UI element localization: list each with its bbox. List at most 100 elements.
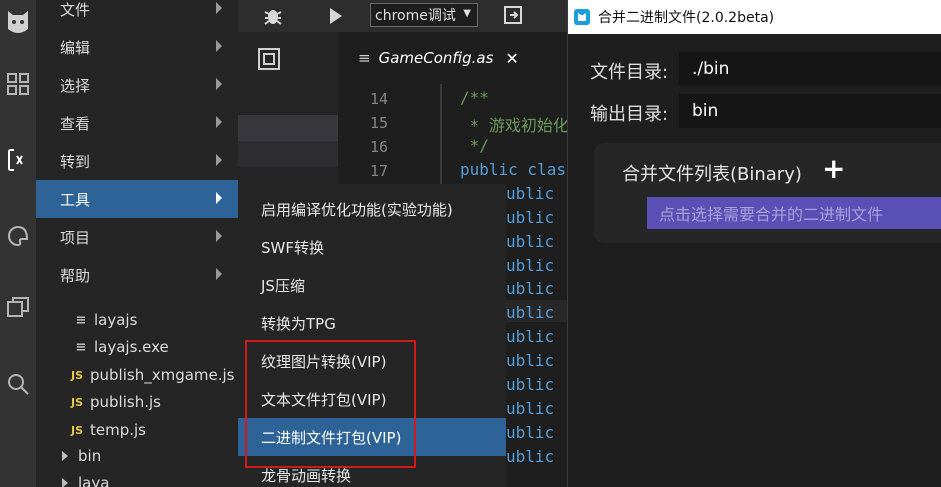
- code-fragment: ublic: [506, 423, 555, 442]
- chevron-right-icon: [216, 230, 222, 242]
- merge-list-panel: 合并文件列表(Binary) + 点击选择需要合并的二进制文件: [594, 143, 941, 243]
- js-file-icon: JS: [70, 423, 83, 437]
- close-icon[interactable]: ✕: [505, 49, 518, 68]
- bug-icon[interactable]: [264, 6, 282, 30]
- tree-folder[interactable]: bin: [62, 443, 101, 469]
- tree-item[interactable]: JS temp.js: [68, 417, 146, 443]
- vip-highlight-box: [245, 340, 416, 468]
- chevron-right-icon: [216, 116, 222, 128]
- tree-item[interactable]: ≡ layajs.exe: [72, 334, 169, 360]
- submenu-item-swf-convert[interactable]: SWF转换: [238, 228, 506, 266]
- tree-item-label: layajs: [94, 311, 138, 329]
- main-menu: 文件 编辑 选择 查看 转到 工具 项目 帮助: [36, 0, 238, 300]
- file-lines-icon: ≡: [75, 339, 87, 355]
- add-file-button[interactable]: +: [822, 155, 845, 183]
- explorer-row[interactable]: [238, 141, 338, 167]
- dialog-titlebar[interactable]: 合并二进制文件(2.0.2beta): [568, 0, 941, 34]
- line-number: 14: [369, 90, 388, 108]
- explorer-row-highlight[interactable]: [238, 115, 338, 141]
- line-number: 15: [369, 114, 388, 132]
- file-lines-icon: ≡: [75, 312, 87, 328]
- menu-item-edit[interactable]: 编辑: [36, 28, 238, 66]
- chevron-right-icon: [216, 192, 222, 204]
- palette-icon[interactable]: [0, 216, 36, 256]
- debug-target-select[interactable]: chrome调试 ▼: [370, 3, 478, 27]
- line-number: 16: [369, 138, 388, 156]
- submenu-item-label: 启用编译优化功能(实验功能): [261, 200, 453, 219]
- tree-item[interactable]: JS publish_xmgame.js: [68, 362, 235, 388]
- file-lines-icon: ≡: [358, 49, 371, 67]
- js-file-icon: JS: [70, 395, 83, 409]
- tree-item-label: temp.js: [90, 421, 146, 439]
- window-icon[interactable]: [0, 288, 36, 328]
- submenu-item-compile-optimize[interactable]: 启用编译优化功能(实验功能): [238, 190, 506, 228]
- submenu-item-js-compress[interactable]: JS压缩: [238, 266, 506, 304]
- chevron-right-icon: [216, 154, 222, 166]
- tab-gameconfig[interactable]: ≡ GameConfig.as ✕: [338, 32, 568, 84]
- code-view-icon[interactable]: [0, 140, 36, 180]
- dir-row: 文件目录: ./bin: [568, 52, 941, 90]
- menu-item-help[interactable]: 帮助: [36, 256, 238, 294]
- chevron-right-icon: [216, 78, 222, 90]
- explorer-icon[interactable]: [0, 64, 36, 104]
- chevron-right-icon: [62, 478, 68, 487]
- code-fragment: ublic: [506, 256, 555, 275]
- editor-toolbar: chrome调试 ▼: [238, 0, 568, 32]
- tree-item[interactable]: JS publish.js: [68, 389, 161, 415]
- code-fragment: ublic: [506, 279, 555, 298]
- merge-list-title: 合并文件列表(Binary): [622, 164, 802, 185]
- menu-item-label: 工具: [60, 190, 91, 209]
- menu-item-goto[interactable]: 转到: [36, 142, 238, 180]
- tree-item-label: publish.js: [90, 393, 161, 411]
- tree-item-label: laya: [78, 474, 110, 487]
- menu-item-label: 转到: [60, 152, 91, 171]
- merge-binary-dialog: 合并二进制文件(2.0.2beta) 文件目录: ./bin 输出目录: bin…: [567, 0, 941, 487]
- layout-icon[interactable]: [258, 48, 280, 74]
- dialog-title: 合并二进制文件(2.0.2beta): [598, 10, 775, 26]
- chevron-down-icon: ▼: [463, 8, 471, 19]
- code-fragment: ublic: [506, 447, 555, 466]
- menu-item-label: 帮助: [60, 266, 91, 285]
- menu-item-tools[interactable]: 工具: [36, 180, 238, 218]
- debug-target-label: chrome调试: [375, 8, 456, 24]
- select-binary-files-label: 点击选择需要合并的二进制文件: [659, 205, 884, 224]
- menu-item-select[interactable]: 选择: [36, 66, 238, 104]
- submenu-item-label: JS压缩: [261, 276, 305, 295]
- tree-folder[interactable]: laya: [62, 470, 109, 487]
- menu-item-label: 文件: [60, 0, 91, 19]
- dir-label: 文件目录:: [590, 62, 669, 83]
- submenu-item-label: 转换为TPG: [261, 314, 336, 333]
- select-binary-files-button[interactable]: 点击选择需要合并的二进制文件: [647, 197, 941, 229]
- submenu-item-convert-tpg[interactable]: 转换为TPG: [238, 304, 506, 342]
- code-fragment: ublic: [506, 351, 555, 370]
- output-input[interactable]: bin: [679, 94, 941, 128]
- app-logo-icon: [574, 9, 590, 25]
- laya-logo-icon[interactable]: [0, 0, 36, 40]
- tree-item-label: bin: [78, 447, 102, 465]
- submenu-item-label: SWF转换: [261, 238, 324, 257]
- menu-item-file[interactable]: 文件: [36, 0, 238, 28]
- code-fragment: ublic: [506, 327, 555, 346]
- code-fragment: ublic: [506, 303, 555, 322]
- line-number: 17: [369, 162, 388, 180]
- menu-item-label: 项目: [60, 228, 91, 247]
- dir-input[interactable]: ./bin: [679, 52, 941, 86]
- tree-item[interactable]: ≡ layajs: [72, 307, 138, 333]
- activity-bar: [0, 0, 36, 487]
- code-line: */: [460, 136, 489, 155]
- code-fragment: ublic: [506, 375, 555, 394]
- search-icon[interactable]: [0, 364, 36, 404]
- chevron-right-icon: [216, 268, 222, 280]
- menu-item-project[interactable]: 项目: [36, 218, 238, 256]
- js-file-icon: JS: [70, 368, 83, 382]
- menu-item-label: 查看: [60, 114, 91, 133]
- menu-item-view[interactable]: 查看: [36, 104, 238, 142]
- export-icon[interactable]: [504, 6, 522, 28]
- chevron-right-icon: [62, 451, 68, 461]
- chevron-right-icon: [216, 2, 222, 14]
- code-line: * 游戏初始化: [460, 116, 569, 135]
- code-line: /**: [460, 88, 489, 107]
- code-fragment: ublic: [506, 208, 555, 227]
- code-fragment: ublic: [506, 184, 555, 203]
- play-icon[interactable]: [330, 8, 342, 28]
